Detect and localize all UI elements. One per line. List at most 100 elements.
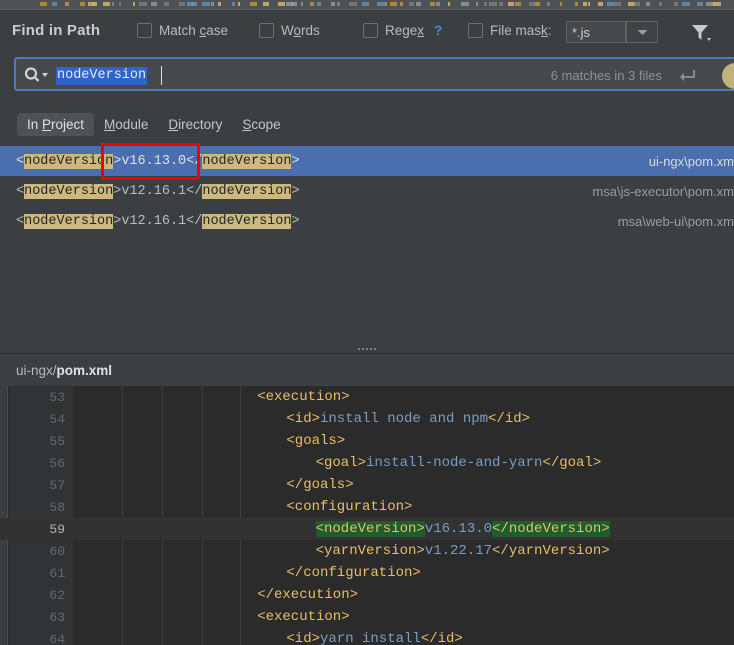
background-code-fragment: [687, 2, 690, 6]
match-context: >: [291, 153, 300, 169]
code-token: v16.13.0: [424, 521, 493, 537]
checkbox-box-icon[interactable]: [468, 23, 483, 38]
checkbox-label: File mask:: [490, 23, 552, 38]
chevron-down-icon: [637, 23, 648, 41]
results-list[interactable]: <nodeVersion>v16.13.0</nodeVersion> ui-ng…: [0, 143, 734, 338]
background-code-fragment: [232, 2, 235, 6]
background-code-fragment: [179, 2, 185, 6]
background-code-fragment: [476, 2, 478, 6]
code-token: <id>: [286, 411, 320, 427]
tab-scope[interactable]: Scope: [232, 113, 290, 136]
background-editor-strip: [0, 0, 734, 9]
code-line: 64 <id>yarn install</id>: [0, 628, 734, 645]
code-text: </goals>: [286, 477, 353, 493]
regex-help-icon[interactable]: ?: [434, 23, 442, 38]
background-code-fragment: [489, 2, 497, 6]
scroll-thumb-accent[interactable]: [722, 63, 734, 89]
line-number: 54: [49, 411, 65, 427]
background-code-fragment: [112, 2, 114, 6]
background-code-fragment: [659, 2, 662, 6]
code-token: <goal>: [315, 455, 367, 471]
code-text: <id>yarn install</id>: [286, 631, 462, 645]
background-code-fragment: [151, 2, 157, 6]
tab-in-project[interactable]: In Project: [17, 112, 95, 136]
background-code-fragment: [218, 2, 221, 6]
background-code-fragment: [515, 2, 521, 6]
checkbox-box-icon[interactable]: [259, 23, 274, 38]
checkbox-label: Words: [281, 23, 320, 38]
code-token: yarn install: [320, 631, 421, 645]
match-context: <: [16, 183, 25, 199]
code-text: <id>install node and npm</id>: [286, 411, 530, 427]
code-preview[interactable]: 53 <execution> 54 <id>install node and npm<…: [0, 386, 734, 645]
dialog-header: Find in Path Match case Words Regex? File m…: [0, 10, 734, 52]
background-code-fragment: [385, 2, 387, 6]
search-input[interactable]: nodeVersion: [56, 67, 148, 85]
code-line: 59 <nodeVersion>v16.13.0</nodeVersion>: [0, 518, 734, 540]
preview-file-header: ui-ngx/ pom.xml: [0, 354, 734, 386]
splitter-grip-icon: [358, 347, 376, 350]
match-highlight: nodeVersion: [202, 153, 292, 169]
checkbox-regex[interactable]: Regex?: [363, 23, 442, 38]
code-match-highlight: </nodeVersion>: [492, 521, 610, 537]
checkbox-match-case[interactable]: Match case: [137, 23, 228, 38]
enter-return-icon[interactable]: [676, 67, 696, 85]
line-number: 61: [49, 565, 65, 581]
background-code-fragment: [65, 2, 69, 6]
background-code-fragment: [575, 2, 578, 6]
checkbox-words[interactable]: Words: [259, 23, 320, 38]
table-row[interactable]: <nodeVersion>v12.16.1</nodeVersion> msa\j…: [0, 176, 734, 206]
background-code-fragment: [436, 2, 440, 6]
filter-icon[interactable]: [688, 20, 714, 44]
search-field[interactable]: nodeVersion 6 matches in 3 files: [14, 57, 734, 91]
code-token: </goals>: [286, 477, 354, 493]
scope-tabs: In Project Module Directory Scope: [17, 111, 291, 137]
code-text: <goal>install-node-and-yarn</goal>: [316, 455, 602, 471]
result-match-text: <nodeVersion>v16.13.0</nodeVersion>: [16, 153, 300, 169]
code-match-highlight: <nodeVersion>: [315, 521, 425, 537]
background-code-fragment: [80, 2, 85, 6]
code-token: </yarnVersion>: [492, 543, 610, 559]
checkbox-box-icon[interactable]: [363, 23, 378, 38]
code-text: <goals>: [286, 433, 345, 449]
line-number: 55: [49, 433, 65, 449]
line-number: 56: [49, 455, 65, 471]
code-line: 55 <goals>: [0, 430, 734, 452]
background-code-fragment: [119, 2, 121, 6]
background-code-fragment: [560, 2, 562, 6]
code-token: </execution>: [257, 587, 359, 603]
match-context: <: [16, 153, 25, 169]
background-code-fragment: [535, 2, 540, 6]
code-line: 63 <execution>: [0, 606, 734, 628]
code-token: </goal>: [542, 455, 602, 471]
checkbox-file-mask[interactable]: File mask:: [468, 23, 552, 38]
table-row[interactable]: <nodeVersion>v12.16.1</nodeVersion> msa\w…: [0, 206, 734, 236]
match-highlight: nodeVersion: [202, 183, 292, 199]
code-token: install-node-and-yarn: [366, 455, 543, 471]
background-code-fragment: [362, 2, 369, 6]
background-code-fragment: [448, 2, 450, 6]
result-file-path: msa\js-executor\pom.xm: [592, 183, 734, 199]
checkbox-box-icon[interactable]: [137, 23, 152, 38]
code-token: <goals>: [286, 433, 346, 449]
code-text: </execution>: [257, 587, 358, 603]
result-file-path: msa\web-ui\pom.xm: [617, 213, 734, 229]
search-icon[interactable]: [24, 66, 50, 84]
background-code-fragment: [409, 2, 414, 6]
background-code-fragment: [164, 2, 169, 6]
tab-module[interactable]: Module: [94, 113, 158, 136]
background-code-fragment: [317, 2, 321, 6]
page-title: Find in Path: [12, 22, 101, 39]
panel-splitter[interactable]: [0, 344, 734, 353]
code-text: <execution>: [257, 609, 349, 625]
file-mask-input[interactable]: *.js: [566, 21, 626, 43]
line-number: 60: [49, 543, 65, 559]
background-code-fragment: [484, 2, 487, 6]
background-code-fragment: [139, 2, 147, 6]
code-text: <yarnVersion>v1.22.17</yarnVersion>: [316, 543, 610, 559]
code-token: v1.22.17: [424, 543, 493, 559]
tab-directory[interactable]: Directory: [158, 113, 232, 136]
file-mask-dropdown-button[interactable]: [626, 21, 658, 43]
table-row[interactable]: <nodeVersion>v16.13.0</nodeVersion> ui-ng…: [0, 143, 734, 180]
background-code-fragment: [400, 2, 403, 6]
